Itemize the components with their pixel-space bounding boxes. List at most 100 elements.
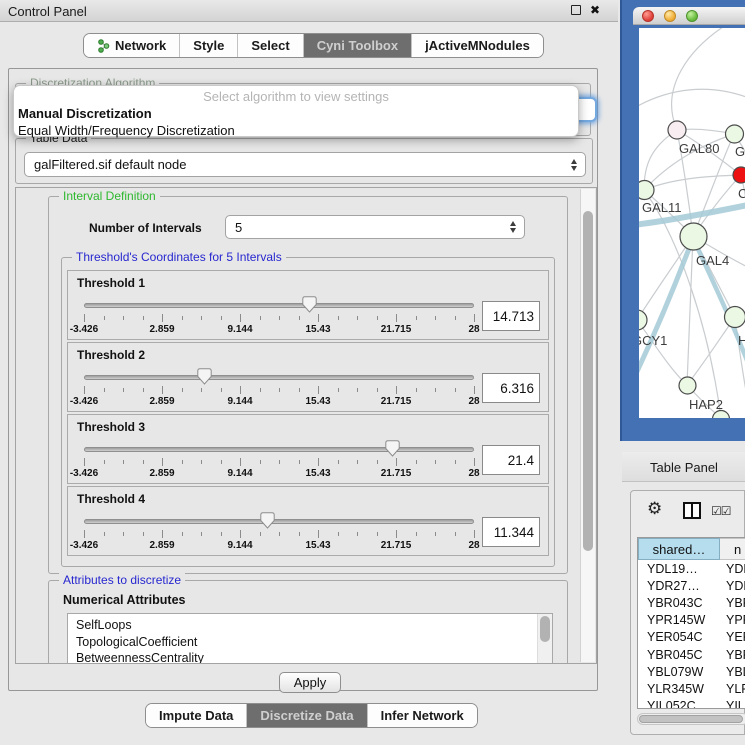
attribute-item[interactable]: BetweennessCentrality (76, 650, 552, 664)
table-row[interactable]: YDL19…YDL1 (638, 560, 745, 577)
threshold-slider[interactable]: -3.4262.8599.14415.4321.71528 (84, 367, 474, 409)
table-row[interactable]: YPR145WYPR1 (638, 612, 745, 629)
attributes-scrollbar-thumb[interactable] (540, 616, 550, 642)
settings-scrollbar-thumb[interactable] (583, 211, 593, 551)
network-node-gal80[interactable] (668, 121, 686, 139)
network-node-label: HAP2 (689, 397, 723, 412)
network-node-label: GCY1 (639, 333, 667, 348)
mac-close-button[interactable] (642, 10, 654, 22)
algorithm-dropdown-prompt: Select algorithm to view settings (14, 89, 578, 105)
slider-track[interactable] (84, 447, 474, 452)
cell-shared-name: YIL052C (638, 698, 720, 710)
slider-track[interactable] (84, 375, 474, 380)
tab-jactivemnodules[interactable]: jActiveMNodules (412, 34, 543, 57)
table-data-combobox[interactable]: galFiltered.sif default node (24, 152, 586, 177)
column-header-name[interactable]: n (720, 538, 745, 560)
network-edge-highlighted[interactable] (639, 238, 693, 380)
threshold-value-field[interactable]: 6.316 (482, 373, 540, 403)
network-node-h[interactable] (725, 307, 745, 328)
slider-scale-labels: -3.4262.8599.14415.4321.71528 (84, 468, 474, 480)
attributes-scrollbar[interactable] (537, 614, 552, 664)
dropdown-option-manual-discretization[interactable]: Manual Discretization (14, 105, 578, 122)
network-node-c[interactable] (733, 167, 745, 183)
mac-minimize-button[interactable] (664, 10, 676, 22)
threshold-slider[interactable]: -3.4262.8599.14415.4321.71528 (84, 511, 474, 553)
table-row[interactable]: YBR043CYBR0 (638, 594, 745, 611)
number-of-intervals-combobox[interactable]: 5 (225, 215, 525, 239)
table-row[interactable]: YDR27…YDR2 (638, 577, 745, 594)
table-row[interactable]: YBR045CYBR0 (638, 646, 745, 663)
network-node-ga[interactable] (726, 125, 744, 143)
settings-scrollpane: Interval Definition Number of Intervals … (15, 187, 597, 664)
network-edge[interactable] (672, 28, 729, 130)
threshold-value-field[interactable]: 21.4 (482, 445, 540, 475)
checkboxes-icon[interactable]: ☑☑ (711, 504, 731, 518)
slider-ticks (84, 386, 474, 395)
tab-select[interactable]: Select (238, 34, 303, 57)
bottom-tabstrip: Impute Data Discretize Data Infer Networ… (145, 703, 478, 728)
float-window-icon[interactable] (571, 5, 581, 15)
threshold-label: Threshold 2 (77, 348, 145, 362)
network-node-gal4[interactable] (680, 223, 707, 250)
threshold-value-field[interactable]: 11.344 (482, 517, 540, 547)
attribute-item[interactable]: TopologicalCoefficient (76, 634, 552, 651)
tab-network[interactable]: Network (84, 34, 180, 57)
slider-thumb[interactable] (385, 440, 400, 457)
cell-shared-name: YBL079W (638, 663, 720, 680)
threshold-block-3: Threshold 3-3.4262.8599.14415.4321.71528… (67, 414, 549, 484)
network-node-label: GAL4 (696, 253, 729, 268)
gear-icon[interactable]: ⚙ (647, 499, 662, 519)
control-panel-titlebar: Control Panel ✖ (0, 0, 618, 22)
slider-ticks (84, 314, 474, 323)
numerical-attributes-list[interactable]: SelfLoopsTopologicalCoefficientBetweenne… (67, 613, 553, 664)
cell-shared-name: YBR043C (638, 594, 720, 611)
threshold-block-1: Threshold 1-3.4262.8599.14415.4321.71528… (67, 270, 549, 340)
threshold-slider[interactable]: -3.4262.8599.14415.4321.71528 (84, 439, 474, 481)
table-panel-toolbar: ⚙ ☑☑ (631, 491, 744, 531)
slider-thumb[interactable] (197, 368, 212, 385)
cell-shared-name: YBR045C (638, 646, 720, 663)
slider-thumb[interactable] (260, 512, 275, 529)
tab-cyni-toolbox[interactable]: Cyni Toolbox (304, 34, 412, 57)
threshold-value-field[interactable]: 14.713 (482, 301, 540, 331)
network-view-window: GAL80GACGAL11GAL4HGCY1HAP2 (620, 0, 745, 441)
network-node-gal11[interactable] (639, 181, 654, 200)
combo-stepper-icon (510, 221, 516, 233)
table-panel-titlebar: Table Panel (622, 452, 745, 482)
tab-discretize-data[interactable]: Discretize Data (247, 704, 367, 727)
network-node-hap2[interactable] (679, 377, 696, 394)
network-node-label: H (738, 333, 745, 348)
slider-track[interactable] (84, 303, 474, 308)
columns-icon[interactable] (683, 502, 701, 519)
network-node-gcy1[interactable] (639, 310, 647, 330)
table-panel-title: Table Panel (650, 460, 718, 475)
table-row[interactable]: YLR345WYLR3 (638, 680, 745, 697)
number-of-intervals-label: Number of Intervals (89, 221, 202, 235)
network-edge[interactable] (639, 89, 745, 108)
table-row[interactable]: YIL052CYIL0 (638, 698, 745, 710)
attribute-item[interactable]: SelfLoops (76, 617, 552, 634)
apply-button[interactable]: Apply (279, 672, 341, 693)
tab-infer-network[interactable]: Infer Network (368, 704, 477, 727)
slider-track[interactable] (84, 519, 474, 524)
mac-zoom-button[interactable] (686, 10, 698, 22)
table-row[interactable]: YBL079WYBL0 (638, 663, 745, 680)
cell-name: YDL1 (720, 560, 745, 577)
threshold-slider[interactable]: -3.4262.8599.14415.4321.71528 (84, 295, 474, 337)
tab-impute-data[interactable]: Impute Data (146, 704, 247, 727)
table-horizontal-scrollbar[interactable] (637, 713, 745, 725)
threshold-coordinates-group: Threshold's Coordinates for 5 Intervals … (61, 257, 555, 567)
network-edge[interactable] (644, 175, 741, 190)
dropdown-option-equal-width-frequency[interactable]: Equal Width/Frequency Discretization (14, 122, 578, 139)
number-of-intervals-value: 5 (235, 220, 242, 235)
settings-scrollbar[interactable] (580, 189, 595, 662)
column-header-shared-name[interactable]: shared… (638, 538, 720, 560)
cell-shared-name: YLR345W (638, 680, 720, 697)
slider-thumb[interactable] (302, 296, 317, 313)
network-canvas[interactable]: GAL80GACGAL11GAL4HGCY1HAP2 (639, 28, 745, 418)
tab-style[interactable]: Style (180, 34, 238, 57)
table-horizontal-scrollbar-thumb[interactable] (639, 715, 743, 723)
close-icon[interactable]: ✖ (590, 4, 600, 16)
table-row[interactable]: YER054CYER0 (638, 629, 745, 646)
network-edge[interactable] (687, 317, 735, 385)
